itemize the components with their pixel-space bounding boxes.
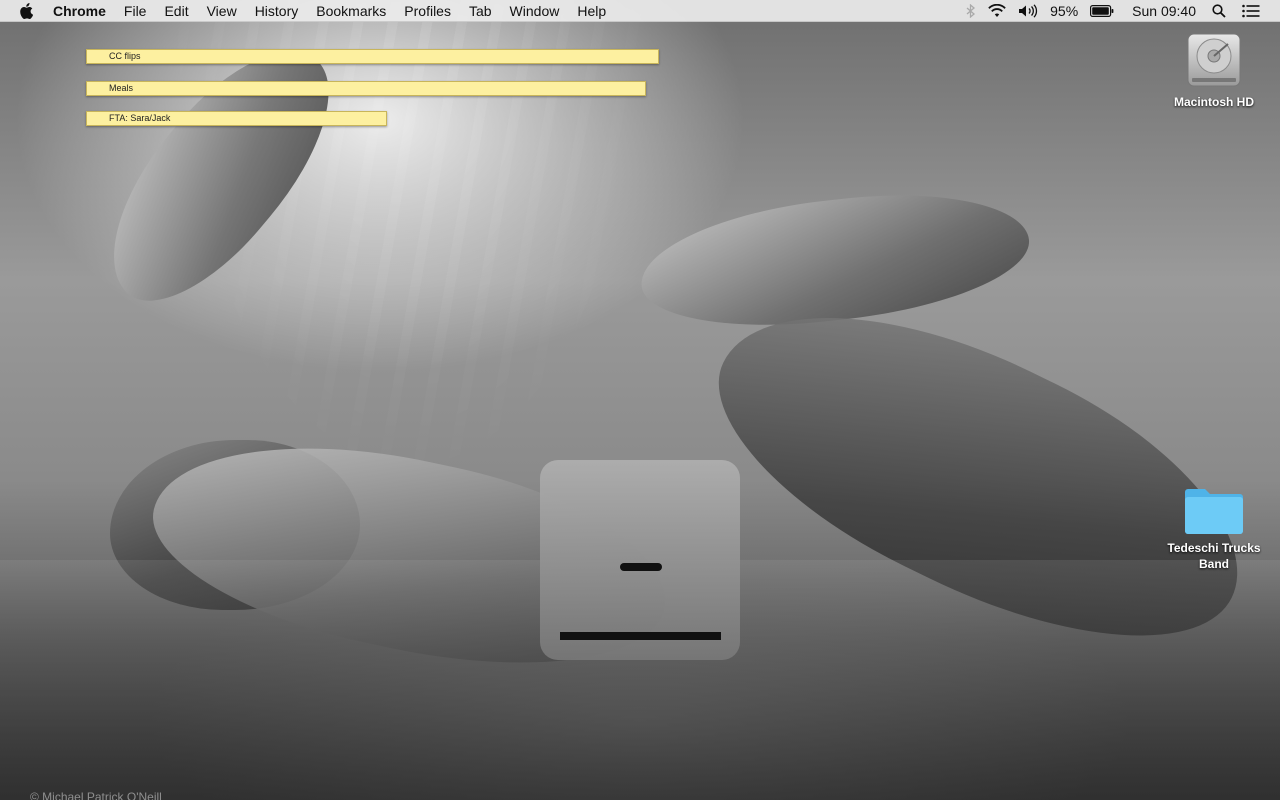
- menu-tab[interactable]: Tab: [460, 0, 501, 22]
- folder-icon: [1185, 489, 1243, 534]
- menu-bookmarks[interactable]: Bookmarks: [307, 0, 395, 22]
- desktop-icon-tedeschi-trucks-band[interactable]: Tedeschi Trucks Band: [1159, 486, 1269, 572]
- desktop-icon-label: Macintosh HD: [1173, 95, 1254, 109]
- sticky-note-cc-flips[interactable]: CC flips: [86, 49, 659, 64]
- menu-app-name[interactable]: Chrome: [44, 0, 115, 22]
- menu-history[interactable]: History: [246, 0, 308, 22]
- menu-bar: Chrome File Edit View History Bookmarks …: [0, 0, 1280, 22]
- spotlight-search-icon[interactable]: [1206, 0, 1232, 22]
- wallpaper-seal: [634, 179, 1036, 341]
- desktop-icon-macintosh-hd[interactable]: Macintosh HD: [1159, 30, 1269, 110]
- menu-file[interactable]: File: [115, 0, 156, 22]
- battery-percent[interactable]: 95%: [1044, 0, 1084, 22]
- clock[interactable]: Sun 09:40: [1120, 0, 1206, 22]
- menu-bar-status: 95% Sun 09:40: [960, 0, 1280, 22]
- menu-view[interactable]: View: [198, 0, 246, 22]
- volume-level-bar: [560, 632, 721, 640]
- wifi-icon[interactable]: [982, 0, 1012, 22]
- mute-symbol-icon: [620, 563, 662, 571]
- menu-edit[interactable]: Edit: [155, 0, 197, 22]
- battery-icon[interactable]: [1084, 0, 1120, 22]
- volume-hud: [540, 460, 740, 660]
- notification-center-icon[interactable]: [1232, 0, 1266, 22]
- sticky-note-meals[interactable]: Meals: [86, 81, 646, 96]
- menu-window[interactable]: Window: [501, 0, 569, 22]
- apple-icon[interactable]: [18, 2, 34, 19]
- menu-profiles[interactable]: Profiles: [395, 0, 460, 22]
- menu-help[interactable]: Help: [568, 0, 615, 22]
- volume-icon[interactable]: [1012, 0, 1044, 22]
- wallpaper-credit: © Michael Patrick O'Neill: [30, 790, 162, 800]
- sticky-note-fta[interactable]: FTA: Sara/Jack: [86, 111, 387, 126]
- hard-drive-icon: [1187, 33, 1241, 87]
- desktop-icon-label: Tedeschi Trucks Band: [1167, 541, 1261, 571]
- menu-bar-left: Chrome File Edit View History Bookmarks …: [0, 0, 615, 22]
- bluetooth-icon[interactable]: [960, 0, 982, 22]
